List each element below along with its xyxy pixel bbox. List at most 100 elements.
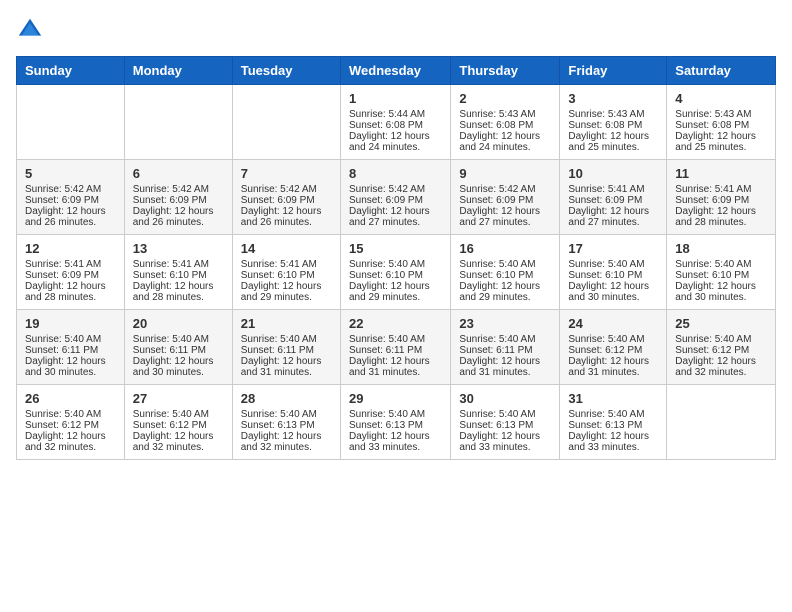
calendar-cell: 5Sunrise: 5:42 AMSunset: 6:09 PMDaylight…: [17, 160, 125, 235]
calendar-cell: 17 Sunrise: 5:40 AMSunset: 6:10 PMDayligh…: [560, 235, 667, 310]
sunset-text: Sunset: 6:11 PM: [459, 345, 532, 356]
day-number: 10: [568, 166, 658, 181]
sunset-text: Sunset: 6:11 PM: [349, 345, 422, 356]
calendar-cell: 8 Sunrise: 5:42 AMSunset: 6:09 PMDaylight…: [340, 160, 450, 235]
sunset-text: Sunset: 6:09 PM: [241, 195, 315, 206]
daylight-text: Daylight: 12 hours and 29 minutes.: [349, 281, 430, 303]
day-number: 17: [568, 241, 658, 256]
calendar-cell: 11Sunrise: 5:41 AMSunset: 6:09 PMDayligh…: [667, 160, 776, 235]
day-number: 12: [25, 241, 116, 256]
day-number: 4: [675, 91, 767, 106]
day-number: 23: [459, 316, 551, 331]
daylight-text: Daylight: 12 hours and 25 minutes.: [675, 131, 756, 153]
daylight-text: Daylight: 12 hours and 26 minutes.: [25, 206, 106, 228]
day-number: 16: [459, 241, 551, 256]
calendar-cell: 15Sunrise: 5:40 AMSunset: 6:10 PMDayligh…: [340, 235, 450, 310]
calendar-cell: 14Sunrise: 5:41 AMSunset: 6:10 PMDayligh…: [232, 235, 340, 310]
day-number: 8: [349, 166, 442, 181]
daylight-text: Daylight: 12 hours and 27 minutes.: [459, 206, 540, 228]
sunset-text: Sunset: 6:08 PM: [459, 120, 533, 131]
sunset-text: Sunset: 6:10 PM: [568, 270, 642, 281]
sunrise-text: Sunrise: 5:43 AM: [568, 109, 644, 120]
daylight-text: Daylight: 12 hours and 31 minutes.: [241, 356, 322, 378]
day-number: 18: [675, 241, 767, 256]
sunrise-text: Sunrise: 5:40 AM: [459, 259, 535, 270]
calendar-cell: 20Sunrise: 5:40 AMSunset: 6:11 PMDayligh…: [124, 310, 232, 385]
sunrise-text: Sunrise: 5:40 AM: [459, 334, 535, 345]
sunrise-text: Sunrise: 5:43 AM: [675, 109, 751, 120]
daylight-text: Daylight: 12 hours and 28 minutes.: [675, 206, 756, 228]
daylight-text: Daylight: 12 hours and 28 minutes.: [25, 281, 106, 303]
sunset-text: Sunset: 6:12 PM: [133, 420, 207, 431]
sunset-text: Sunset: 6:13 PM: [349, 420, 423, 431]
calendar-cell: 19Sunrise: 5:40 AMSunset: 6:11 PMDayligh…: [17, 310, 125, 385]
daylight-text: Daylight: 12 hours and 33 minutes.: [349, 431, 430, 453]
sunrise-text: Sunrise: 5:42 AM: [349, 184, 425, 195]
calendar-week-row: 5Sunrise: 5:42 AMSunset: 6:09 PMDaylight…: [17, 160, 776, 235]
calendar-day-header: Monday: [124, 57, 232, 85]
sunrise-text: Sunrise: 5:40 AM: [568, 259, 644, 270]
calendar-cell: 23Sunrise: 5:40 AMSunset: 6:11 PMDayligh…: [451, 310, 560, 385]
day-number: 6: [133, 166, 224, 181]
day-number: 1: [349, 91, 442, 106]
calendar-cell: 16Sunrise: 5:40 AMSunset: 6:10 PMDayligh…: [451, 235, 560, 310]
sunset-text: Sunset: 6:09 PM: [25, 195, 99, 206]
calendar-day-header: Wednesday: [340, 57, 450, 85]
day-number: 2: [459, 91, 551, 106]
calendar-cell: 24Sunrise: 5:40 AMSunset: 6:12 PMDayligh…: [560, 310, 667, 385]
sunset-text: Sunset: 6:09 PM: [675, 195, 749, 206]
calendar-week-row: 26Sunrise: 5:40 AMSunset: 6:12 PMDayligh…: [17, 385, 776, 460]
sunrise-text: Sunrise: 5:40 AM: [459, 409, 535, 420]
page-header: [16, 16, 776, 44]
calendar-day-header: Saturday: [667, 57, 776, 85]
sunset-text: Sunset: 6:12 PM: [25, 420, 99, 431]
daylight-text: Daylight: 12 hours and 30 minutes.: [568, 281, 649, 303]
calendar-cell: 29Sunrise: 5:40 AMSunset: 6:13 PMDayligh…: [340, 385, 450, 460]
calendar-cell: [667, 385, 776, 460]
calendar-cell: [124, 85, 232, 160]
sunset-text: Sunset: 6:12 PM: [675, 345, 749, 356]
sunrise-text: Sunrise: 5:40 AM: [25, 409, 101, 420]
calendar-cell: 7Sunrise: 5:42 AMSunset: 6:09 PMDaylight…: [232, 160, 340, 235]
day-number: 15: [349, 241, 442, 256]
day-number: 14: [241, 241, 332, 256]
day-number: 26: [25, 391, 116, 406]
day-number: 11: [675, 166, 767, 181]
daylight-text: Daylight: 12 hours and 33 minutes.: [459, 431, 540, 453]
calendar-cell: 25Sunrise: 5:40 AMSunset: 6:12 PMDayligh…: [667, 310, 776, 385]
calendar-cell: 6Sunrise: 5:42 AMSunset: 6:09 PMDaylight…: [124, 160, 232, 235]
sunrise-text: Sunrise: 5:40 AM: [241, 334, 317, 345]
calendar-cell: 28Sunrise: 5:40 AMSunset: 6:13 PMDayligh…: [232, 385, 340, 460]
sunset-text: Sunset: 6:09 PM: [349, 195, 423, 206]
sunrise-text: Sunrise: 5:41 AM: [241, 259, 317, 270]
daylight-text: Daylight: 12 hours and 29 minutes.: [459, 281, 540, 303]
sunrise-text: Sunrise: 5:42 AM: [241, 184, 317, 195]
daylight-text: Daylight: 12 hours and 32 minutes.: [25, 431, 106, 453]
calendar-week-row: 19Sunrise: 5:40 AMSunset: 6:11 PMDayligh…: [17, 310, 776, 385]
daylight-text: Daylight: 12 hours and 30 minutes.: [675, 281, 756, 303]
sunset-text: Sunset: 6:13 PM: [459, 420, 533, 431]
calendar-cell: 31Sunrise: 5:40 AMSunset: 6:13 PMDayligh…: [560, 385, 667, 460]
daylight-text: Daylight: 12 hours and 24 minutes.: [459, 131, 540, 153]
sunset-text: Sunset: 6:10 PM: [241, 270, 315, 281]
sunset-text: Sunset: 6:09 PM: [459, 195, 533, 206]
daylight-text: Daylight: 12 hours and 30 minutes.: [25, 356, 106, 378]
daylight-text: Daylight: 12 hours and 27 minutes.: [349, 206, 430, 228]
sunrise-text: Sunrise: 5:40 AM: [675, 259, 751, 270]
daylight-text: Daylight: 12 hours and 32 minutes.: [675, 356, 756, 378]
day-number: 9: [459, 166, 551, 181]
sunrise-text: Sunrise: 5:40 AM: [241, 409, 317, 420]
calendar-cell: [232, 85, 340, 160]
sunrise-text: Sunrise: 5:40 AM: [349, 259, 425, 270]
sunset-text: Sunset: 6:10 PM: [675, 270, 749, 281]
calendar-week-row: 1Sunrise: 5:44 AMSunset: 6:08 PMDaylight…: [17, 85, 776, 160]
sunset-text: Sunset: 6:13 PM: [568, 420, 642, 431]
calendar-day-header: Sunday: [17, 57, 125, 85]
day-number: 5: [25, 166, 116, 181]
sunset-text: Sunset: 6:08 PM: [349, 120, 423, 131]
calendar-cell: 27Sunrise: 5:40 AMSunset: 6:12 PMDayligh…: [124, 385, 232, 460]
calendar-header-row: SundayMondayTuesdayWednesdayThursdayFrid…: [17, 57, 776, 85]
day-number: 13: [133, 241, 224, 256]
sunrise-text: Sunrise: 5:40 AM: [25, 334, 101, 345]
calendar-cell: 12Sunrise: 5:41 AMSunset: 6:09 PMDayligh…: [17, 235, 125, 310]
